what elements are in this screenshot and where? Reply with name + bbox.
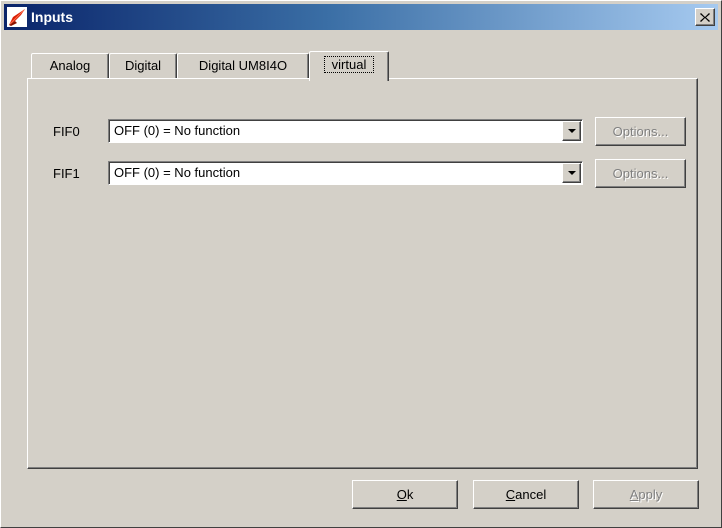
apply-button[interactable]: Apply <box>593 480 699 509</box>
fif1-select[interactable]: OFF (0) = No function <box>108 161 583 185</box>
chevron-down-icon <box>567 129 576 133</box>
window-title: Inputs <box>31 9 73 25</box>
fif0-select[interactable]: OFF (0) = No function <box>108 119 583 143</box>
fif0-label: FIF0 <box>53 124 80 139</box>
fif1-select-value: OFF (0) = No function <box>114 165 241 180</box>
fif0-dropdown-button[interactable] <box>562 121 581 141</box>
cancel-button[interactable]: Cancel <box>473 480 579 509</box>
tab-digital-label: Digital <box>124 58 162 73</box>
chevron-down-icon <box>567 171 576 175</box>
fif0-options-button[interactable]: Options... <box>595 117 686 146</box>
title-bar[interactable]: Inputs <box>4 4 718 30</box>
inputs-dialog: Inputs Analog Digital Digital UM8I4O vir… <box>0 0 722 528</box>
fif1-options-button[interactable]: Options... <box>595 159 686 188</box>
tab-digital-um8i4o[interactable]: Digital UM8I4O <box>177 53 309 78</box>
tab-panel-virtual: FIF0 OFF (0) = No function Options... FI… <box>27 78 698 469</box>
fif1-dropdown-button[interactable] <box>562 163 581 183</box>
tab-digital-um8i4o-label: Digital UM8I4O <box>198 58 288 73</box>
app-icon <box>7 7 27 27</box>
tab-virtual-label: virtual <box>323 56 375 73</box>
tab-analog[interactable]: Analog <box>31 53 109 78</box>
fif0-select-value: OFF (0) = No function <box>114 123 241 138</box>
fif1-label: FIF1 <box>53 166 80 181</box>
tab-virtual[interactable]: virtual <box>309 51 389 81</box>
close-icon <box>700 12 710 22</box>
close-button[interactable] <box>695 8 715 26</box>
ok-button[interactable]: Ok <box>352 480 458 509</box>
tab-digital[interactable]: Digital <box>109 53 177 78</box>
tab-analog-label: Analog <box>49 58 91 73</box>
